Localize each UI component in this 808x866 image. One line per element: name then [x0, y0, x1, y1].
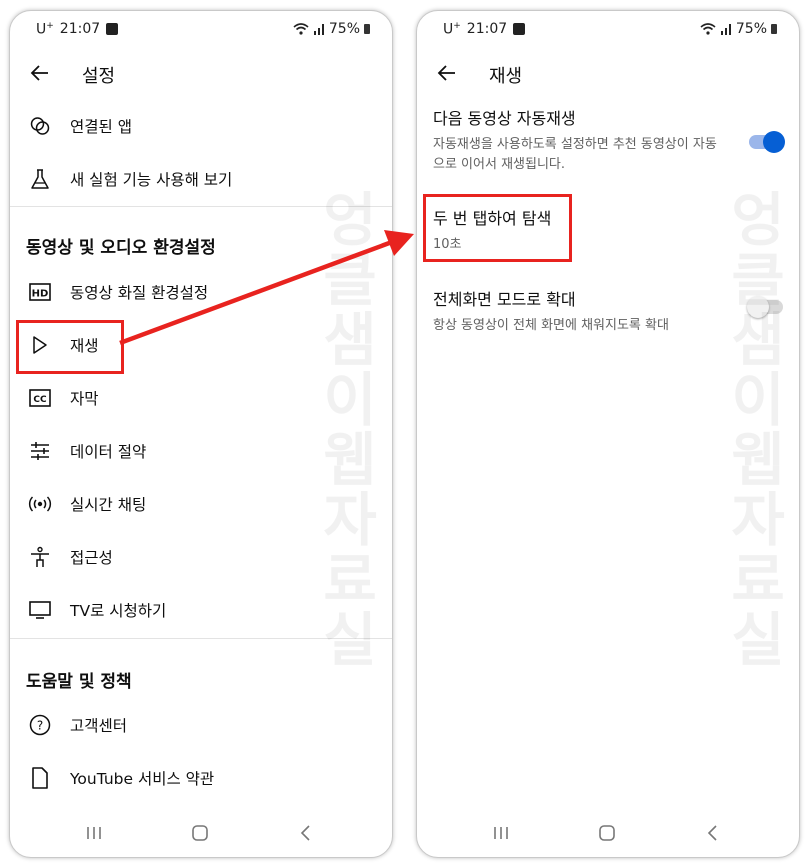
annotation-arrow [119, 230, 414, 346]
